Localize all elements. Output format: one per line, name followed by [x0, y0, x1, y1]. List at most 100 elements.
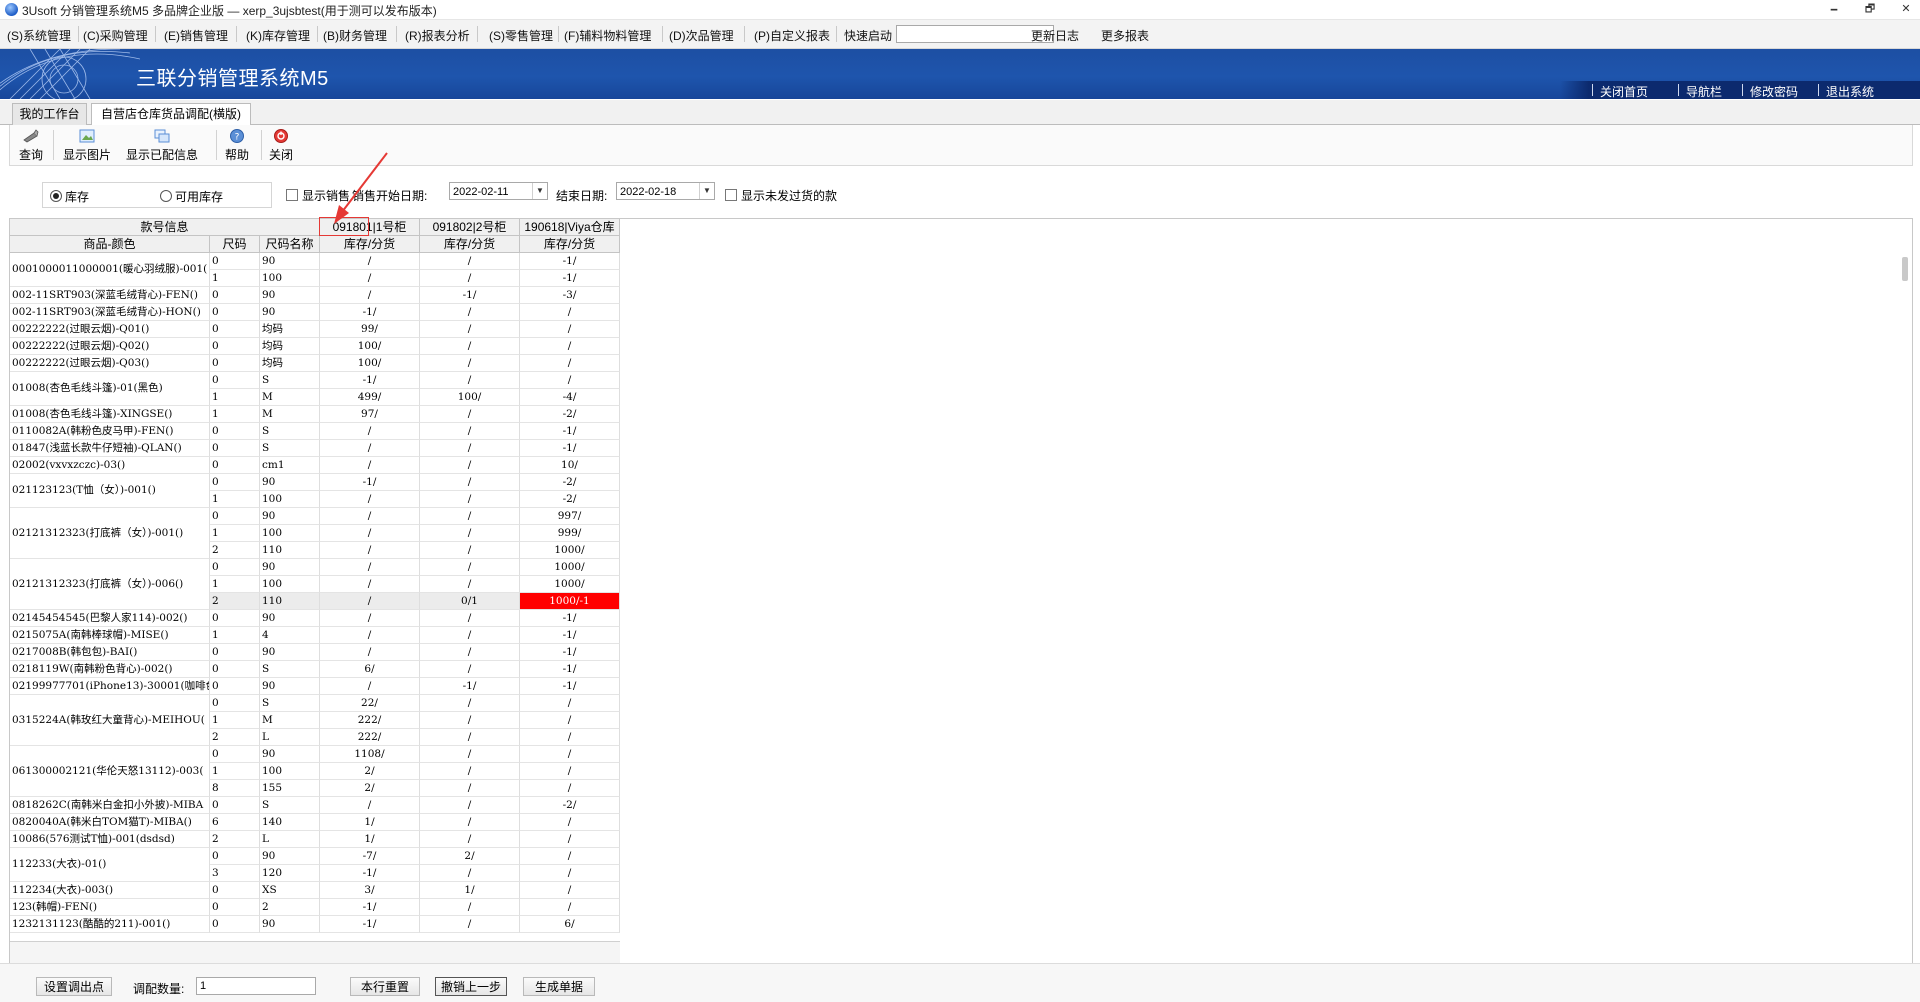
stock-alloc-cell-2[interactable]: /: [420, 304, 520, 321]
exit-system-link[interactable]: 退出系统: [1826, 83, 1874, 99]
product-color-cell[interactable]: 0315224A(韩玫红大童背心)-MEIHOU(: [10, 695, 210, 746]
stock-alloc-cell-3[interactable]: -1/: [520, 644, 620, 661]
stock-alloc-cell-1[interactable]: 6/: [320, 661, 420, 678]
stock-alloc-cell-1[interactable]: /: [320, 559, 420, 576]
stock-alloc-cell-3[interactable]: /: [520, 304, 620, 321]
stock-alloc-cell-1[interactable]: 2/: [320, 763, 420, 780]
stock-alloc-cell-1[interactable]: /: [320, 576, 420, 593]
allocation-qty-input[interactable]: [196, 977, 316, 995]
product-color-cell[interactable]: 0215075A(南韩棒球帽)-MISE(): [10, 627, 210, 644]
product-color-cell[interactable]: 00222222(过眼云烟)-Q01(): [10, 321, 210, 338]
vertical-scrollbar[interactable]: [1902, 257, 1908, 281]
stock-alloc-cell-1[interactable]: 22/: [320, 695, 420, 712]
stock-alloc-cell-3[interactable]: -1/: [520, 440, 620, 457]
close-window-button[interactable]: ✕: [1893, 1, 1919, 18]
stock-alloc-cell-2[interactable]: /: [420, 712, 520, 729]
stock-alloc-cell-2[interactable]: /: [420, 491, 520, 508]
stock-alloc-cell-1[interactable]: /: [320, 627, 420, 644]
stock-alloc-cell-2[interactable]: 0/1: [420, 593, 520, 610]
stock-alloc-cell-3[interactable]: /: [520, 321, 620, 338]
stock-alloc-cell-1[interactable]: 2/: [320, 780, 420, 797]
col-header-size-name[interactable]: 尺码名称: [260, 236, 320, 253]
stock-alloc-cell-2[interactable]: -1/: [420, 287, 520, 304]
product-color-cell[interactable]: 02199977701(iPhone13)-30001(咖啡色: [10, 678, 210, 695]
stock-alloc-cell-3[interactable]: -1/: [520, 661, 620, 678]
stock-alloc-cell-3[interactable]: /: [520, 899, 620, 916]
show-allocated-button[interactable]: 显示已配信息: [124, 127, 200, 163]
more-reports-link[interactable]: 更多报表: [1101, 27, 1149, 44]
stock-alloc-cell-2[interactable]: /: [420, 355, 520, 372]
end-date[interactable]: 2022-02-18 ▼: [616, 182, 715, 200]
stock-alloc-cell-2[interactable]: 2/: [420, 848, 520, 865]
show-picture-button[interactable]: 显示图片: [62, 127, 112, 163]
stock-alloc-cell-2[interactable]: /: [420, 831, 520, 848]
stock-alloc-cell-2[interactable]: /: [420, 253, 520, 270]
menu-materials[interactable]: (F)辅料物料管理: [564, 27, 651, 44]
stock-alloc-cell-1[interactable]: -1/: [320, 865, 420, 882]
product-color-cell[interactable]: 10086(576测试T恤)-001(dsdsd): [10, 831, 210, 848]
stock-alloc-cell-2[interactable]: /: [420, 321, 520, 338]
change-password-link[interactable]: 修改密码: [1750, 83, 1798, 99]
stock-alloc-cell-2[interactable]: /: [420, 610, 520, 627]
tab-warehouse-allocation[interactable]: 自营店仓库货品调配(横版): [91, 103, 251, 126]
stock-alloc-cell-1[interactable]: 100/: [320, 355, 420, 372]
stock-alloc-cell-1[interactable]: /: [320, 287, 420, 304]
product-color-cell[interactable]: 02002(vxvxzczc)-03(): [10, 457, 210, 474]
stock-alloc-cell-1[interactable]: /: [320, 508, 420, 525]
stock-alloc-cell-2[interactable]: /: [420, 695, 520, 712]
stock-alloc-cell-1[interactable]: -7/: [320, 848, 420, 865]
stock-alloc-cell-3[interactable]: -2/: [520, 474, 620, 491]
stock-alloc-cell-2[interactable]: /: [420, 525, 520, 542]
menu-system[interactable]: (S)系统管理: [7, 27, 71, 44]
stock-alloc-cell-1[interactable]: /: [320, 797, 420, 814]
stock-alloc-cell-1[interactable]: /: [320, 491, 420, 508]
stock-alloc-cell-1[interactable]: 222/: [320, 712, 420, 729]
stock-alloc-cell-3[interactable]: -2/: [520, 797, 620, 814]
col-header-size[interactable]: 尺码: [210, 236, 260, 253]
stock-alloc-cell-3[interactable]: /: [520, 882, 620, 899]
stock-alloc-cell-3[interactable]: 1000/: [520, 576, 620, 593]
stock-alloc-cell-1[interactable]: 1108/: [320, 746, 420, 763]
col-header-stock-alloc-2[interactable]: 库存/分货: [420, 236, 520, 253]
stock-alloc-cell-3[interactable]: /: [520, 831, 620, 848]
menu-purchase[interactable]: (C)采购管理: [83, 27, 148, 44]
stock-alloc-cell-2[interactable]: /: [420, 899, 520, 916]
stock-alloc-cell-1[interactable]: -1/: [320, 372, 420, 389]
stock-alloc-cell-1[interactable]: /: [320, 678, 420, 695]
stock-alloc-cell-3[interactable]: /: [520, 338, 620, 355]
stock-alloc-cell-3[interactable]: 997/: [520, 508, 620, 525]
stock-alloc-cell-3[interactable]: /: [520, 848, 620, 865]
stock-alloc-cell-3[interactable]: /: [520, 355, 620, 372]
stock-alloc-cell-3[interactable]: -2/: [520, 406, 620, 423]
stock-alloc-cell-1[interactable]: /: [320, 610, 420, 627]
show-unshipped-checkbox[interactable]: 显示未发过货的款: [725, 187, 837, 204]
stock-alloc-cell-3[interactable]: 10/: [520, 457, 620, 474]
stock-alloc-cell-2[interactable]: /: [420, 372, 520, 389]
stock-alloc-cell-3[interactable]: 1000/: [520, 559, 620, 576]
stock-alloc-cell-2[interactable]: /: [420, 814, 520, 831]
product-color-cell[interactable]: 0001000011000001(暖心羽绒服)-001(: [10, 253, 210, 287]
product-color-cell[interactable]: 123(韩帽)-FEN(): [10, 899, 210, 916]
product-color-cell[interactable]: 01008(杏色毛线斗篷)-01(黑色): [10, 372, 210, 406]
stock-alloc-cell-2[interactable]: /: [420, 559, 520, 576]
stock-alloc-cell-3[interactable]: /: [520, 763, 620, 780]
product-color-cell[interactable]: 00222222(过眼云烟)-Q03(): [10, 355, 210, 372]
tab-workbench[interactable]: 我的工作台: [12, 103, 87, 125]
stock-alloc-cell-3[interactable]: -1/: [520, 627, 620, 644]
product-color-cell[interactable]: 061300002121(华伦天怒13112)-003(: [10, 746, 210, 797]
stock-alloc-cell-1[interactable]: 222/: [320, 729, 420, 746]
stock-alloc-cell-3[interactable]: /: [520, 865, 620, 882]
stock-alloc-cell-3[interactable]: 999/: [520, 525, 620, 542]
stock-alloc-cell-3[interactable]: -1/: [520, 270, 620, 287]
stock-alloc-cell-3[interactable]: 1000/-1: [520, 593, 620, 610]
product-color-cell[interactable]: 0110082A(韩粉色皮马甲)-FEN(): [10, 423, 210, 440]
product-color-cell[interactable]: 02145454545(巴黎人家114)-002(): [10, 610, 210, 627]
stock-alloc-cell-3[interactable]: -2/: [520, 491, 620, 508]
stock-alloc-cell-2[interactable]: /: [420, 865, 520, 882]
stock-alloc-cell-1[interactable]: /: [320, 423, 420, 440]
stock-alloc-cell-1[interactable]: 499/: [320, 389, 420, 406]
minimize-button[interactable]: 🗕: [1821, 1, 1847, 18]
menu-sales[interactable]: (E)销售管理: [164, 27, 228, 44]
stock-alloc-cell-2[interactable]: /: [420, 780, 520, 797]
stock-alloc-cell-1[interactable]: -1/: [320, 304, 420, 321]
